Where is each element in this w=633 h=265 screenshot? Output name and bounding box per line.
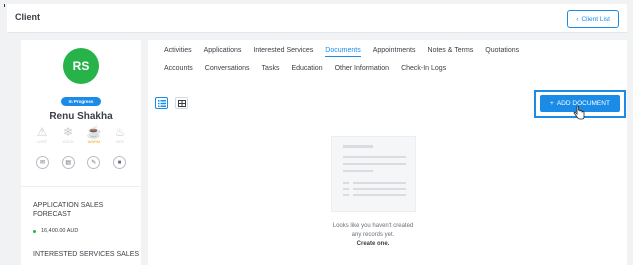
tab-conversations[interactable]: Conversations (205, 65, 250, 74)
archive-button[interactable]: ▤ (61, 156, 75, 169)
edge-mark (4, 4, 5, 7)
status-badge: In Progress (61, 97, 101, 106)
temperature-selector: ⚠ LOST ❄ COLD ☕ WARM ♨ HOT (31, 126, 131, 144)
temp-lost[interactable]: ⚠ LOST (31, 126, 53, 144)
tab-notes-terms[interactable]: Notes & Terms (428, 47, 474, 57)
temp-label: LOST (36, 139, 48, 144)
tab-tasks[interactable]: Tasks (262, 65, 280, 74)
top-header: Client ‹ Client List (7, 4, 627, 33)
tabs-row-2: Accounts Conversations Tasks Education O… (164, 65, 446, 74)
archive-icon: ▤ (65, 160, 71, 166)
tabs-row-1: Activities Applications Interested Servi… (164, 47, 519, 57)
chat-button[interactable]: ✉ (36, 156, 49, 169)
services-forecast-title: INTERESTED SERVICES SALES (33, 251, 140, 258)
page-title: Client (15, 12, 41, 22)
tab-check-in-logs[interactable]: Check-In Logs (401, 65, 446, 74)
delete-icon: ■ (117, 159, 122, 166)
client-list-button[interactable]: ‹ Client List (567, 10, 619, 28)
sales-forecast-value: 16,400.00 AUD (41, 228, 79, 234)
main-panel: Activities Applications Interested Servi… (148, 40, 627, 265)
tab-activities[interactable]: Activities (164, 47, 192, 57)
tab-interested-services[interactable]: Interested Services (253, 47, 313, 57)
tab-other-information[interactable]: Other Information (335, 65, 389, 74)
sales-forecast-item: 16,400.00 AUD (33, 228, 78, 234)
temp-label: COLD (62, 139, 74, 144)
grid-view-button[interactable] (175, 97, 188, 109)
tab-education[interactable]: Education (291, 65, 322, 74)
temp-label: WARM (87, 139, 101, 144)
client-list-label: Client List (581, 15, 610, 23)
empty-line-2: any records yet. (351, 232, 395, 238)
warning-icon: ⚠ (36, 125, 48, 139)
client-profile-card: RS In Progress Renu Shakha ⚠ LOST ❄ COLD… (21, 40, 141, 265)
divider (21, 186, 141, 187)
create-one-link[interactable]: Create one. (298, 240, 448, 249)
client-name: Renu Shakha (49, 111, 113, 122)
sales-forecast-title: APPLICATION SALES FORECAST (33, 202, 104, 218)
plus-icon: + (550, 100, 554, 107)
flame-icon: ♨ (114, 125, 126, 139)
temp-cold[interactable]: ❄ COLD (57, 126, 79, 144)
edit-button[interactable]: ✎ (87, 156, 101, 169)
grid-icon (177, 99, 186, 107)
snowflake-icon: ❄ (62, 125, 74, 139)
client-actions: ✉ ▤ ✎ ■ (36, 156, 126, 169)
tab-documents[interactable]: Documents (325, 47, 361, 57)
coffee-icon: ☕ (86, 125, 102, 139)
status-dot (33, 229, 36, 233)
list-view-button[interactable] (155, 97, 168, 109)
document-illustration-icon (343, 145, 406, 196)
list-icon (157, 99, 166, 107)
tab-applications[interactable]: Applications (204, 47, 242, 57)
chevron-left-icon: ‹ (576, 15, 579, 23)
delete-button[interactable]: ■ (112, 156, 126, 169)
temp-warm[interactable]: ☕ WARM (83, 126, 105, 144)
avatar: RS (63, 48, 99, 84)
tab-accounts[interactable]: Accounts (164, 65, 193, 74)
temp-label: HOT (115, 139, 125, 144)
tab-appointments[interactable]: Appointments (373, 47, 416, 57)
chat-icon: ✉ (39, 160, 46, 166)
hand-cursor-icon (573, 106, 585, 120)
empty-state-message: Looks like you haven't created any recor… (298, 222, 448, 249)
edit-icon: ✎ (91, 160, 97, 166)
empty-line-1: Looks like you haven't created (332, 223, 414, 229)
tab-quotations[interactable]: Quotations (485, 47, 519, 57)
temp-hot[interactable]: ♨ HOT (109, 126, 131, 144)
empty-state-illustration (331, 136, 416, 212)
